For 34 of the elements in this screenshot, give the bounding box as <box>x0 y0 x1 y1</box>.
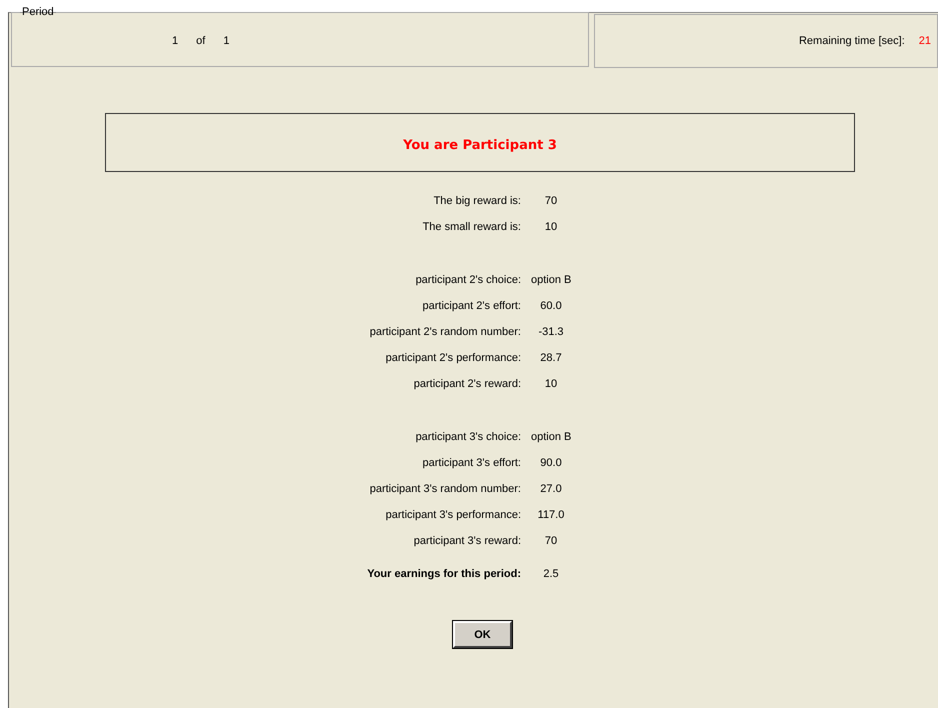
period-legend: Period <box>20 6 56 18</box>
field-label: participant 3's reward: <box>414 535 521 547</box>
timer-value: 21 <box>918 35 931 47</box>
field-label: The big reward is: <box>434 195 521 207</box>
field-label: participant 3's performance: <box>386 509 521 521</box>
field-label: participant 2's choice: <box>416 274 521 286</box>
field-label: participant 2's performance: <box>386 352 521 364</box>
earnings-label: Your earnings for this period: <box>367 568 521 580</box>
field-value: 10 <box>544 378 558 390</box>
field-value: option B <box>530 431 572 443</box>
field-value: 117.0 <box>536 509 566 521</box>
field-value: 27.0 <box>539 483 563 495</box>
field-value: 90.0 <box>539 457 563 469</box>
period-separator: of <box>196 35 206 47</box>
field-label: participant 3's choice: <box>416 431 521 443</box>
field-value: 60.0 <box>539 300 563 312</box>
field-label: participant 3's effort: <box>422 457 521 469</box>
field-label: The small reward is: <box>422 221 521 233</box>
field-label: participant 2's random number: <box>370 326 521 338</box>
period-total: 1 <box>223 35 230 47</box>
timer-label: Remaining time [sec]: <box>798 35 905 47</box>
field-value: 28.7 <box>539 352 563 364</box>
ok-button[interactable]: OK <box>453 621 512 648</box>
field-value: -31.3 <box>537 326 565 338</box>
field-value: 10 <box>544 221 558 233</box>
banner-title: You are Participant 3 <box>403 137 557 153</box>
field-label: participant 2's reward: <box>414 378 521 390</box>
earnings-value: 2.5 <box>542 568 560 580</box>
field-value: 70 <box>544 535 558 547</box>
field-label: participant 2's effort: <box>422 300 521 312</box>
field-value: 70 <box>544 195 558 207</box>
period-current: 1 <box>172 35 178 47</box>
field-value: option B <box>530 274 572 286</box>
field-label: participant 3's random number: <box>370 483 521 495</box>
